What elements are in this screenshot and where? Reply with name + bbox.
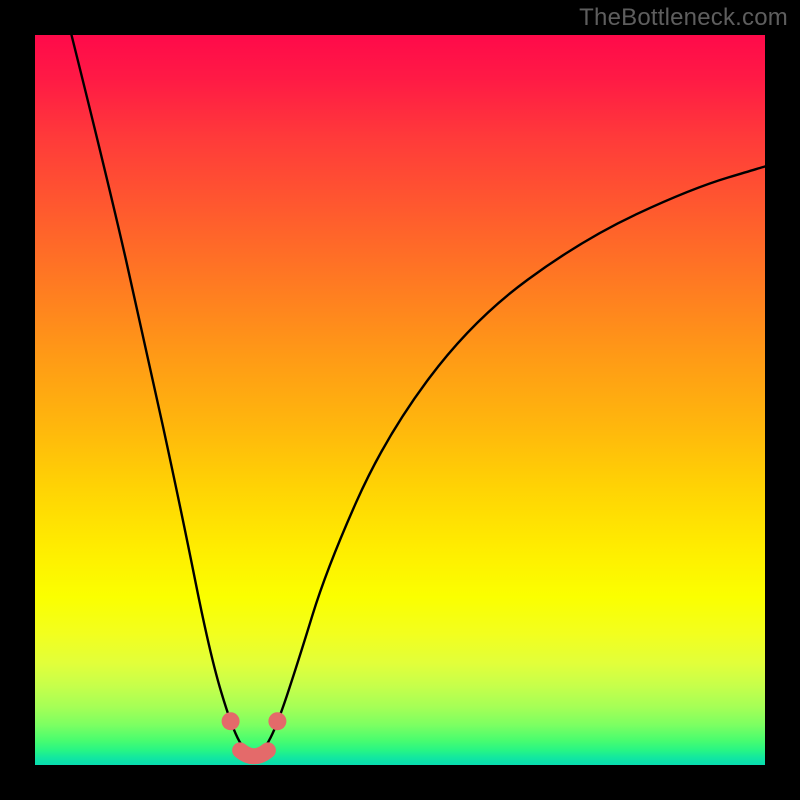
plot-area <box>35 35 765 765</box>
watermark-text: TheBottleneck.com <box>579 4 788 32</box>
minimum-marker-dot-left <box>222 712 240 730</box>
curve-layer <box>35 35 765 765</box>
minimum-marker-dot-right <box>268 712 286 730</box>
figure-frame: TheBottleneck.com <box>0 0 800 800</box>
minimum-marker-u <box>240 750 268 756</box>
bottleneck-curve <box>72 35 766 754</box>
